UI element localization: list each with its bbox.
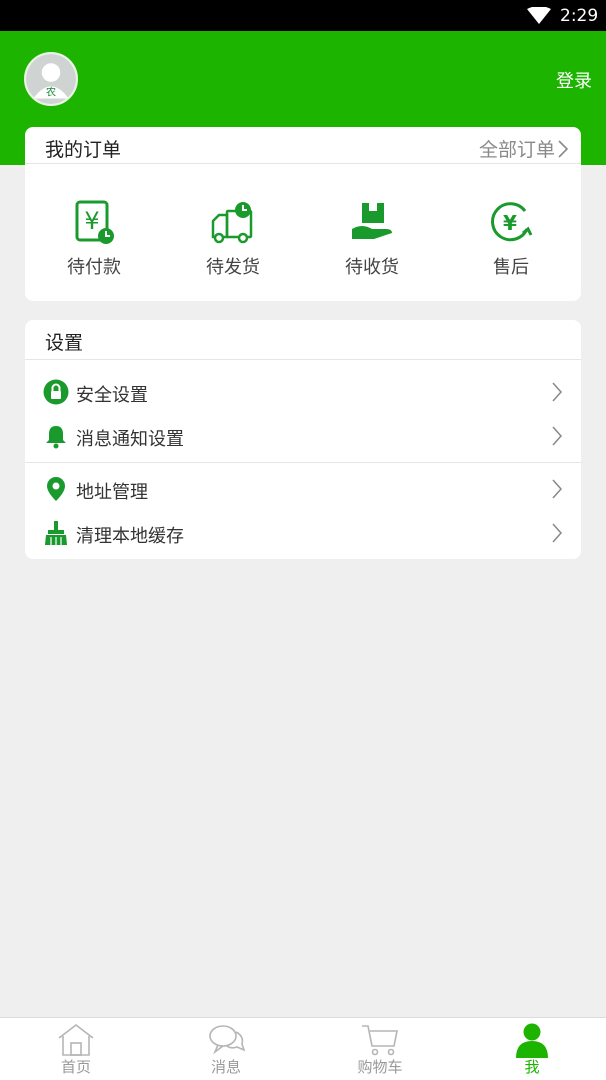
login-button[interactable]: 登录 xyxy=(556,67,592,93)
tab-home[interactable]: 首页 xyxy=(26,1018,126,1080)
order-pending-shipment-label: 待发货 xyxy=(206,257,260,278)
pending-shipment-icon xyxy=(211,202,253,244)
divider xyxy=(25,359,581,360)
settings-item-notifications-label: 消息通知设置 xyxy=(76,429,184,450)
order-after-sales-label: 售后 xyxy=(493,257,529,278)
order-pending-payment-label: 待付款 xyxy=(67,257,121,278)
home-icon xyxy=(58,1023,94,1056)
chevron-right-icon xyxy=(552,523,563,543)
tab-me-label: 我 xyxy=(524,1058,540,1076)
settings-title: 设置 xyxy=(45,332,84,354)
my-orders-title: 我的订单 xyxy=(45,139,122,161)
settings-item-notifications[interactable]: 消息通知设置 xyxy=(25,416,581,456)
avatar-logo-text: 农 xyxy=(46,86,56,99)
tab-messages[interactable]: 消息 xyxy=(176,1018,276,1080)
chevron-right-icon xyxy=(552,382,563,402)
tab-cart-label: 购物车 xyxy=(357,1058,403,1076)
wifi-icon xyxy=(527,7,551,24)
settings-item-security-label: 安全设置 xyxy=(76,385,148,406)
divider xyxy=(25,462,581,463)
chevron-right-icon xyxy=(558,139,569,158)
location-pin-icon xyxy=(47,477,65,501)
default-user-avatar-icon: 农 xyxy=(26,54,76,104)
settings-item-security[interactable]: 安全设置 xyxy=(25,372,581,412)
order-after-sales[interactable]: ¥ 售后 xyxy=(463,199,559,279)
chevron-right-icon xyxy=(552,479,563,499)
settings-item-address[interactable]: 地址管理 xyxy=(25,469,581,509)
svg-text:¥: ¥ xyxy=(84,207,99,235)
my-orders-card: 我的订单 全部订单 ¥ 待付款 待发货 待收货 ¥ 售后 xyxy=(25,127,581,301)
order-pending-receipt-label: 待收货 xyxy=(345,257,399,278)
settings-item-clear-cache-label: 清理本地缓存 xyxy=(76,526,184,547)
order-pending-receipt[interactable]: 待收货 xyxy=(324,199,420,279)
pending-payment-icon: ¥ xyxy=(75,200,114,244)
settings-item-clear-cache[interactable]: 清理本地缓存 xyxy=(25,513,581,553)
tab-me[interactable]: 我 xyxy=(482,1018,582,1080)
tab-cart[interactable]: 购物车 xyxy=(330,1018,430,1080)
svg-text:¥: ¥ xyxy=(503,211,517,235)
lock-icon xyxy=(43,379,69,405)
divider xyxy=(25,163,581,164)
all-orders-label: 全部订单 xyxy=(478,139,555,161)
broom-icon xyxy=(45,521,67,545)
tab-home-label: 首页 xyxy=(60,1058,91,1076)
order-pending-payment[interactable]: ¥ 待付款 xyxy=(46,199,142,279)
status-bar: 2:29 xyxy=(0,0,606,31)
chat-icon xyxy=(209,1025,246,1055)
bottom-tab-bar: 首页 消息 购物车 我 xyxy=(0,1017,606,1080)
tab-messages-label: 消息 xyxy=(210,1058,241,1076)
bell-icon xyxy=(46,426,66,449)
order-pending-shipment[interactable]: 待发货 xyxy=(185,199,281,279)
chevron-right-icon xyxy=(552,426,563,446)
cart-icon xyxy=(362,1025,398,1056)
all-orders-link[interactable]: 全部订单 xyxy=(479,135,569,162)
status-time: 2:29 xyxy=(560,6,599,26)
pending-receipt-icon xyxy=(352,203,392,239)
settings-card: 设置 安全设置 消息通知设置 地址管理 清理本地缓存 xyxy=(25,320,581,559)
avatar[interactable]: 农 xyxy=(24,52,78,106)
settings-item-address-label: 地址管理 xyxy=(76,482,148,503)
after-sales-icon: ¥ xyxy=(491,202,533,242)
person-icon xyxy=(516,1023,548,1058)
